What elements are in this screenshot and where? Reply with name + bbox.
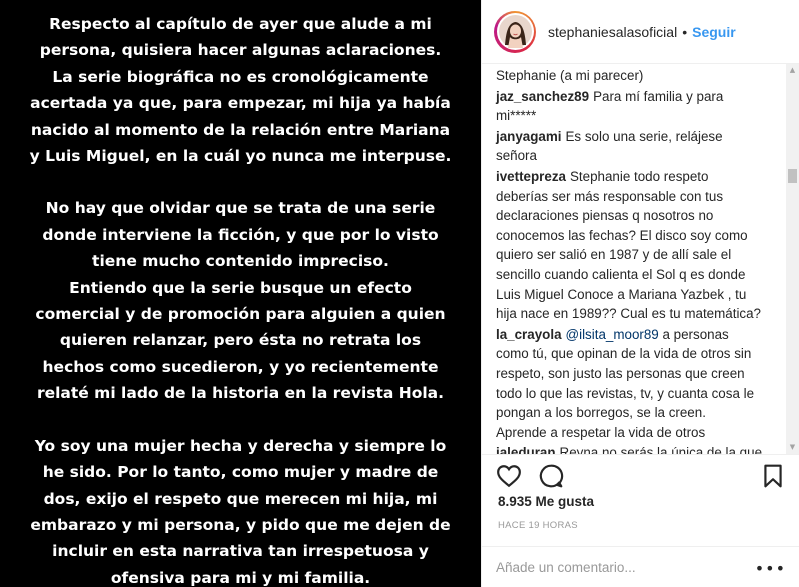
comment-mention[interactable]: @ilsita_moor89 — [566, 327, 659, 342]
comment-text: todo lo que las revistas, tv, y cuanta c… — [496, 385, 755, 401]
comment-username[interactable]: janyagami — [496, 129, 562, 144]
scrollbar-thumb[interactable] — [788, 169, 797, 183]
post-timestamp[interactable]: HACE 19 HORAS — [498, 520, 578, 531]
action-bar — [482, 454, 799, 494]
add-comment-bar: ••• — [482, 546, 799, 587]
comment-text: Stephanie todo respeto — [569, 168, 709, 184]
comment-text: Para mí familia y para — [593, 88, 724, 104]
story-text-line: quieren relanzar, pero ésta no retrata l… — [59, 331, 422, 350]
story-text-line: Entiendo que la serie busque un efecto — [69, 278, 412, 297]
avatar[interactable] — [494, 10, 536, 53]
post-panel: stephaniesalasoficial • Seguir Stephanie… — [481, 0, 799, 587]
comment-text: señora — [496, 148, 537, 164]
follow-button[interactable]: Seguir — [692, 24, 736, 40]
story-text-line: donde interviene la ficción, y que por l… — [42, 225, 439, 244]
story-text-line: comercial y de promoción para alguien a … — [35, 305, 446, 324]
story-text-line: acertada ya que, para empezar, mi hija y… — [30, 94, 451, 113]
comment-item: jaz_sanchez89 Para mí familia y para mi***… — [496, 87, 776, 126]
comment-item: Stephanie (a mi parecer) — [496, 66, 776, 86]
comment-text: Es solo una serie, relájese — [565, 128, 723, 144]
comment-item: ivettepreza Stephanie todo respeto debería… — [496, 167, 776, 324]
comment-item: ialeduran Reyna no serás la única de la q… — [496, 443, 776, 454]
comment-text: Aprende a respetar la vida de otros — [496, 424, 706, 440]
story-text-line: embarazo y mi persona, y pido que me dej… — [30, 515, 451, 534]
more-options-icon[interactable]: ••• — [755, 559, 786, 578]
comment-text: Luis Miguel Conoce a Mariana Yazbek , tu — [496, 286, 747, 302]
avatar-photo-icon — [498, 15, 532, 48]
story-text-line: he sido. Por lo tanto, como mujer y madr… — [42, 463, 439, 482]
comments-list[interactable]: Stephanie (a mi parecer) jaz_sanchez89 Par… — [482, 64, 799, 454]
story-text-line: La serie biográfica no es cronológicamen… — [52, 67, 429, 86]
comment-input[interactable] — [496, 559, 736, 575]
comment-text: como tú, que opinan de la vida de otros … — [496, 346, 752, 362]
story-text-line: dos, exijo el respeto que merecen mi hij… — [43, 489, 438, 508]
comment-text: pongan a los borregos, se la creen. — [496, 405, 706, 421]
comment-username[interactable]: ivettepreza — [496, 169, 566, 184]
story-text-line: nacido al momento de la relación entre M… — [30, 120, 451, 139]
comment-text: a personas — [662, 326, 729, 342]
comment-item: janyagami Es solo una serie, relájese seño… — [496, 127, 776, 166]
story-text-line: y Luis Miguel, en la cuál yo nunca me in… — [29, 147, 452, 166]
bookmark-icon[interactable] — [760, 463, 786, 489]
comment-text: hija nace en 1989?? Cual es tu matemátic… — [496, 306, 762, 322]
comment-item: la_crayola @ilsita_moor89 a personas como … — [496, 325, 776, 443]
scroll-down-icon[interactable]: ▼ — [786, 441, 799, 454]
comment-text: declaraciones piensas q nosotros no — [496, 208, 714, 224]
comment-username[interactable]: jaz_sanchez89 — [496, 89, 589, 104]
story-text-line: Respecto al capítulo de ayer que alude a… — [49, 15, 432, 33]
comment-username[interactable]: la_crayola — [496, 327, 562, 342]
scroll-up-icon[interactable]: ▲ — [786, 64, 799, 77]
comment-text: conocemos las fechas? El disco soy como — [496, 227, 748, 243]
comment-text: respeto, son justo las personas que cree… — [496, 365, 745, 381]
story-text-line: relaté mi lado de la historia en la revi… — [36, 384, 445, 403]
story-text-line: Yo soy una mujer hecha y derecha y siemp… — [34, 436, 447, 455]
story-text-line: ofensiva para mi y mi familia. — [110, 568, 371, 587]
comments-scrollbar[interactable]: ▲ ▼ — [786, 64, 799, 454]
speech-bubble-icon[interactable] — [538, 463, 564, 489]
comment-text: Reyna no serás la única de la que — [559, 445, 763, 454]
story-text-line: hechos como sucedieron, y yo recientemen… — [42, 357, 439, 376]
comment-text: mi***** — [496, 108, 537, 124]
comment-text: Stephanie (a mi parecer) — [496, 68, 644, 83]
story-text-line: tiene mucho contenido impreciso. — [92, 252, 389, 271]
separator-dot: • — [682, 23, 688, 40]
comment-text: deberías ser más responsable con tus — [496, 188, 724, 204]
story-text-line: incluir en esta narrativa tan irrespetuo… — [52, 542, 429, 561]
story-image: Respecto al capítulo de ayer que alude a… — [0, 0, 481, 587]
story-text-line: No hay que olvidar que se trata de una s… — [45, 199, 436, 218]
heart-outline-icon[interactable] — [496, 463, 522, 489]
post-header: stephaniesalasoficial • Seguir — [482, 0, 799, 64]
comment-username[interactable]: ialeduran — [496, 445, 556, 454]
story-text-line: persona, quisiera hacer algunas aclaraci… — [39, 41, 442, 60]
likes-count[interactable]: 8.935 Me gusta — [498, 494, 594, 509]
username-link[interactable]: stephaniesalasoficial — [548, 24, 677, 40]
comment-text: quiero ser salió en 1987 y de allí sale … — [496, 247, 732, 263]
comment-text: sencillo cuando calienta el Sol q es don… — [496, 266, 746, 282]
